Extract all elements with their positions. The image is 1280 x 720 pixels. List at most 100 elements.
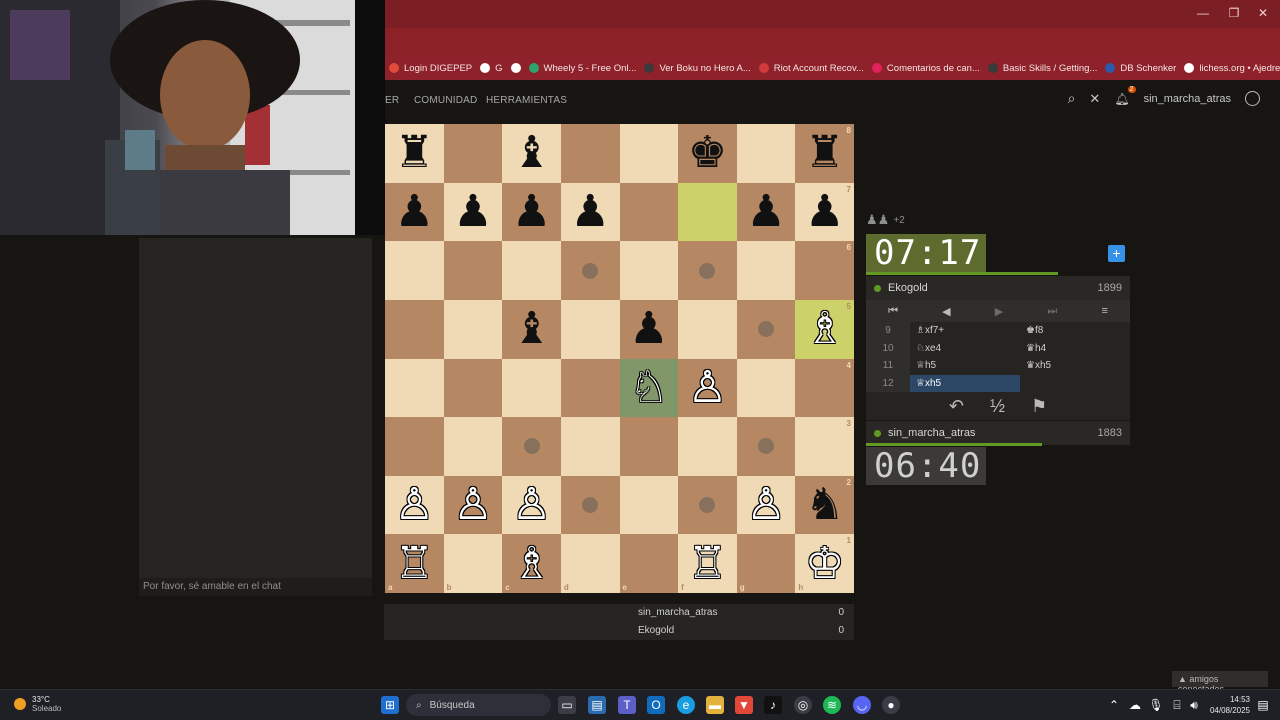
square-e1[interactable]: e (619, 534, 679, 593)
square-g4[interactable] (736, 358, 796, 418)
chess-piece[interactable]: ♞ (805, 483, 844, 527)
chess-piece[interactable]: ♘ (629, 365, 668, 410)
nav-item-community[interactable]: COMUNIDAD (414, 95, 477, 106)
square-d7[interactable]: ♟ (560, 182, 620, 242)
spotify-icon[interactable]: ≋ (823, 696, 841, 714)
minimize-icon[interactable]: — (1193, 6, 1213, 20)
chess-piece[interactable]: ♙ (453, 483, 492, 527)
square-h6[interactable]: 6 (795, 241, 854, 300)
chess-piece[interactable]: ♝ (512, 131, 551, 175)
move-hint-dot[interactable] (699, 497, 716, 514)
chess-piece[interactable]: ♟ (512, 189, 551, 234)
square-h4[interactable]: 4 (795, 358, 854, 418)
teams-icon[interactable]: T (618, 696, 636, 714)
windows-start-icon[interactable]: ⊞ (381, 696, 399, 714)
square-b2[interactable]: ♙ (443, 475, 503, 535)
chess-piece[interactable]: ♟ (570, 189, 609, 234)
square-a4[interactable] (385, 358, 444, 418)
square-e3[interactable] (619, 417, 679, 476)
square-a1[interactable]: ♖ a (385, 534, 444, 593)
move-white[interactable]: ♕h5 (910, 357, 1020, 375)
next-move-button[interactable]: ▶ (995, 305, 1003, 318)
square-f3[interactable] (678, 417, 737, 476)
square-b7[interactable]: ♟ (443, 182, 503, 242)
square-c2[interactable]: ♙ (502, 475, 561, 535)
square-a5[interactable] (385, 299, 444, 359)
chat-input[interactable]: Por favor, sé amable en el chat (139, 578, 372, 596)
chess-piece[interactable]: ♙ (395, 483, 434, 527)
bookmark-item[interactable]: Riot Account Recov... (758, 63, 872, 74)
square-d8[interactable] (560, 124, 620, 183)
opponent-player[interactable]: Ekogold 1899 (866, 276, 1130, 300)
volume-icon[interactable]: 🔊︎ (1185, 696, 1203, 714)
square-e8[interactable] (619, 124, 679, 183)
move-hint-dot[interactable] (523, 438, 540, 455)
username-link[interactable]: sin_marcha_atras (1144, 93, 1231, 105)
nav-item-tools[interactable]: HERRAMIENTAS (486, 95, 567, 106)
swords-icon[interactable]: ✕ (1089, 91, 1100, 107)
chess-piece[interactable]: ♜ (395, 131, 434, 175)
square-h3[interactable]: 3 (795, 417, 854, 476)
chess-piece[interactable]: ♝ (512, 307, 551, 351)
bookmark-item[interactable]: lichess.org • Ajedrez... (1184, 63, 1280, 74)
square-g3[interactable] (736, 417, 796, 476)
square-e6[interactable] (619, 241, 679, 300)
square-a2[interactable]: ♙ (385, 475, 444, 535)
square-c1[interactable]: ♗ c (502, 534, 561, 593)
close-icon[interactable]: ✕ (1253, 6, 1273, 20)
chess-board[interactable]: ♜ ♝ ♚ ♜ 8 ♟ ♟ ♟ ♟ ♟ ♟ 7 6 ♝ ♟ ♗ 5 ♘ ♙ 4 3 ♙ ♙ ♙ ♙ ♞ 2 ♖ a b ♗ c d e ♖ f g ♔ 1 h (385, 124, 854, 593)
move-black[interactable]: ♚f8 (1020, 322, 1130, 340)
square-c8[interactable]: ♝ (502, 124, 561, 183)
square-h1[interactable]: ♔ 1 h (795, 534, 854, 593)
square-a7[interactable]: ♟ (385, 182, 444, 242)
system-clock[interactable]: 14:53 04/08/2025 (1210, 694, 1250, 716)
takeback-button[interactable]: ↶ (949, 396, 964, 417)
square-d6[interactable] (560, 241, 620, 300)
network-icon[interactable]: ⌸ (1168, 696, 1186, 714)
move-black[interactable]: ♛xh5 (1020, 357, 1130, 375)
chrome-icon[interactable]: ◎ (794, 696, 812, 714)
store-icon[interactable]: ▤ (588, 696, 606, 714)
move-white[interactable]: ♘xe4 (910, 340, 1020, 358)
move-hint-dot[interactable] (699, 262, 716, 279)
bookmark-item[interactable] (510, 63, 529, 73)
move-black[interactable] (1020, 375, 1130, 393)
square-b8[interactable] (443, 124, 503, 183)
tiktok-icon[interactable]: ♪ (764, 696, 782, 714)
chess-piece[interactable]: ♗ (805, 307, 844, 351)
chess-piece[interactable]: ♟ (805, 189, 844, 234)
last-move-button[interactable]: ⏭ (1047, 305, 1057, 318)
square-f4[interactable]: ♙ (678, 358, 737, 418)
bookmark-item[interactable]: Basic Skills / Getting... (987, 63, 1106, 74)
square-a6[interactable] (385, 241, 444, 300)
resign-button[interactable]: ⚑ (1031, 396, 1047, 417)
move-hint-dot[interactable] (582, 497, 599, 514)
bookmark-item[interactable]: Comentarios de can... (871, 63, 988, 74)
square-f2[interactable] (678, 475, 737, 535)
prev-move-button[interactable]: ◀ (942, 305, 950, 318)
square-e7[interactable] (619, 182, 679, 242)
square-d2[interactable] (560, 475, 620, 535)
square-f6[interactable] (678, 241, 737, 300)
square-d5[interactable] (560, 299, 620, 359)
chess-piece[interactable]: ♙ (512, 483, 551, 527)
bookmark-item[interactable]: DB Schenker (1105, 63, 1184, 74)
weather-widget[interactable]: 33°C Soleado (14, 695, 61, 713)
bookmark-item[interactable]: G (480, 63, 510, 74)
nav-item-watch[interactable]: ER (385, 95, 399, 106)
square-f8[interactable]: ♚ (678, 124, 737, 183)
square-h5[interactable]: ♗ 5 (795, 299, 854, 359)
bookmark-item[interactable]: Ver Boku no Hero A... (644, 63, 758, 74)
square-a8[interactable]: ♜ (385, 124, 444, 183)
offer-draw-button[interactable]: ½ (990, 396, 1005, 417)
square-b1[interactable]: b (443, 534, 503, 593)
square-a3[interactable] (385, 417, 444, 476)
square-d4[interactable] (560, 358, 620, 418)
user-avatar-icon[interactable] (1245, 91, 1260, 106)
square-c4[interactable] (502, 358, 561, 418)
friends-online-button[interactable]: ▲ amigos conectados (1172, 671, 1268, 694)
square-f5[interactable] (678, 299, 737, 359)
app-icon[interactable]: ● (882, 696, 900, 714)
square-g6[interactable] (736, 241, 796, 300)
file-explorer-icon[interactable]: ▬ (706, 696, 724, 714)
